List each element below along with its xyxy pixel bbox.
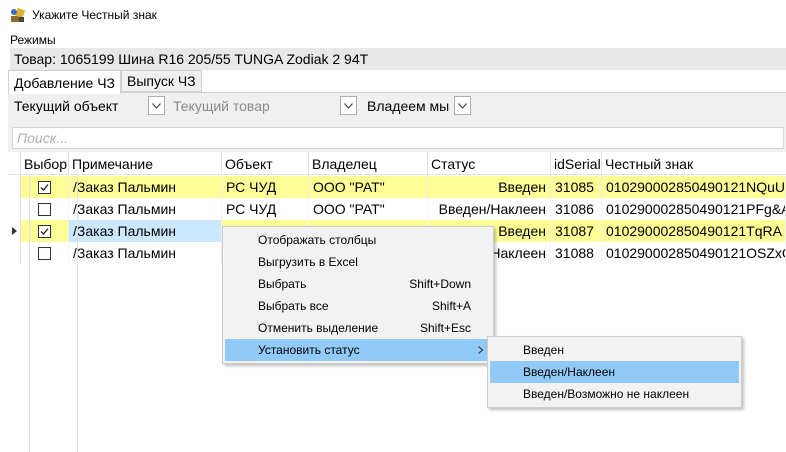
- table-row[interactable]: /Заказ Пальмин РС ЧУД ООО "РАТ" Введен/Н…: [8, 198, 786, 220]
- tab-add-chz[interactable]: Добавление ЧЗ: [8, 70, 121, 94]
- menu-item-label: Введен/Наклеен: [523, 365, 615, 379]
- column-header-select[interactable]: Выбор: [21, 152, 69, 175]
- note-cell[interactable]: /Заказ Пальмин: [69, 176, 222, 198]
- product-info: Товар: 1065199 Шина R16 205/55 TUNGA Zod…: [10, 48, 786, 70]
- row-header[interactable]: [8, 176, 21, 198]
- object-filter-value: Текущий объект: [14, 97, 119, 114]
- menu-item-label: Введен: [523, 343, 564, 357]
- row-checkbox[interactable]: [38, 246, 51, 260]
- dialog-window: Укажите Честный знак Режимы Товар: 10651…: [0, 0, 786, 452]
- mark-cell[interactable]: 010290002850490121OSZxG: [602, 242, 786, 264]
- object-cell[interactable]: РС ЧУД: [222, 176, 309, 198]
- mark-cell[interactable]: 010290002850490121PFg&A: [602, 198, 786, 220]
- row-header[interactable]: [8, 198, 21, 220]
- menu-item-deselect[interactable]: Отменить выделение Shift+Esc: [223, 317, 493, 339]
- menu-item-label: Выбрать все: [258, 299, 329, 313]
- submenu-item-entered-maybe-not-applied[interactable]: Введен/Возможно не наклеен: [488, 383, 741, 405]
- owner-filter-value: Владеем мы: [367, 97, 450, 114]
- menu-item-label: Выбрать: [258, 277, 307, 291]
- current-row-indicator[interactable]: [8, 220, 21, 242]
- mark-cell[interactable]: 010290002850490121TqRA: [602, 220, 786, 242]
- tab-strip: Добавление ЧЗ Выпуск ЧЗ: [8, 70, 202, 94]
- modes-menu[interactable]: Режимы: [10, 33, 56, 47]
- row-checkbox[interactable]: [38, 202, 51, 216]
- menu-item-show-columns[interactable]: Отображать столбцы: [223, 229, 493, 251]
- row-header-corner: [8, 152, 21, 175]
- note-cell[interactable]: /Заказ Пальмин: [69, 242, 222, 264]
- submenu-item-entered[interactable]: Введен: [488, 339, 741, 361]
- column-header-object[interactable]: Объект: [222, 152, 309, 175]
- context-menu: Отображать столбцы Выгрузить в Excel Выб…: [222, 226, 494, 364]
- column-header-mark[interactable]: Честный знак: [602, 152, 786, 175]
- idserial-cell[interactable]: 31088: [551, 242, 602, 264]
- menu-item-select[interactable]: Выбрать Shift+Down: [223, 273, 493, 295]
- mark-cell[interactable]: 010290002850490121NQuU: [602, 176, 786, 198]
- object-cell[interactable]: РС ЧУД: [222, 198, 309, 220]
- column-header-idserial[interactable]: idSerial: [551, 152, 602, 175]
- owner-filter-select[interactable]: Владеем мы: [363, 95, 471, 116]
- chevron-down-icon[interactable]: [148, 96, 165, 115]
- search-input[interactable]: [17, 130, 783, 146]
- column-header-status[interactable]: Статус: [428, 152, 551, 175]
- tab-release-chz[interactable]: Выпуск ЧЗ: [121, 70, 202, 92]
- app-icon: [10, 7, 26, 23]
- chevron-down-icon[interactable]: [454, 96, 471, 115]
- idserial-cell[interactable]: 31085: [551, 176, 602, 198]
- table-row[interactable]: /Заказ Пальмин РС ЧУД ООО "РАТ" Введен 3…: [8, 176, 786, 198]
- row-checkbox[interactable]: [38, 224, 51, 238]
- owner-cell[interactable]: ООО "РАТ": [309, 176, 428, 198]
- chevron-right-icon: [478, 346, 483, 354]
- chevron-down-icon[interactable]: [340, 96, 357, 115]
- object-filter-select[interactable]: Текущий объект: [10, 95, 165, 116]
- row-pointer-icon: [11, 227, 17, 235]
- column-header-owner[interactable]: Владелец: [309, 152, 428, 175]
- status-cell[interactable]: Введен: [428, 176, 551, 198]
- filter-bar: Текущий объект Текущий товар Владеем мы: [10, 95, 471, 117]
- menu-item-shortcut: Shift+Esc: [419, 321, 471, 335]
- idserial-cell[interactable]: 31086: [551, 198, 602, 220]
- menu-item-label: Введен/Возможно не наклеен: [523, 387, 690, 401]
- title-bar: Укажите Честный знак: [0, 0, 786, 30]
- product-filter-select[interactable]: Текущий товар: [169, 95, 357, 116]
- status-cell[interactable]: Введен/Наклеен: [428, 198, 551, 220]
- window-title: Укажите Честный знак: [32, 8, 157, 22]
- menu-item-select-all[interactable]: Выбрать все Shift+A: [223, 295, 493, 317]
- note-cell[interactable]: /Заказ Пальмин: [69, 198, 222, 220]
- menu-item-set-status[interactable]: Установить статус: [225, 339, 491, 361]
- note-cell[interactable]: /Заказ Пальмин: [69, 220, 222, 242]
- menu-item-shortcut: Shift+A: [431, 299, 471, 313]
- menu-item-label: Отображать столбцы: [258, 233, 377, 247]
- search-box[interactable]: [12, 127, 784, 149]
- status-submenu: Введен Введен/Наклеен Введен/Возможно не…: [487, 336, 742, 408]
- column-header-note[interactable]: Примечание: [69, 152, 222, 175]
- row-checkbox[interactable]: [38, 180, 51, 194]
- row-header[interactable]: [8, 242, 21, 264]
- column-divider: [29, 175, 30, 452]
- grid-header: Выбор Примечание Объект Владелец Статус …: [8, 152, 786, 175]
- menu-item-export-excel[interactable]: Выгрузить в Excel: [223, 251, 493, 273]
- submenu-item-entered-applied[interactable]: Введен/Наклеен: [490, 361, 739, 383]
- column-divider: [77, 175, 78, 452]
- menu-item-label: Установить статус: [258, 343, 360, 357]
- idserial-cell[interactable]: 31087: [551, 220, 602, 242]
- menu-item-shortcut: Shift+Down: [409, 277, 471, 291]
- owner-cell[interactable]: ООО "РАТ": [309, 198, 428, 220]
- menu-item-label: Выгрузить в Excel: [258, 255, 358, 269]
- product-filter-value: Текущий товар: [173, 97, 270, 114]
- menu-item-label: Отменить выделение: [258, 321, 379, 335]
